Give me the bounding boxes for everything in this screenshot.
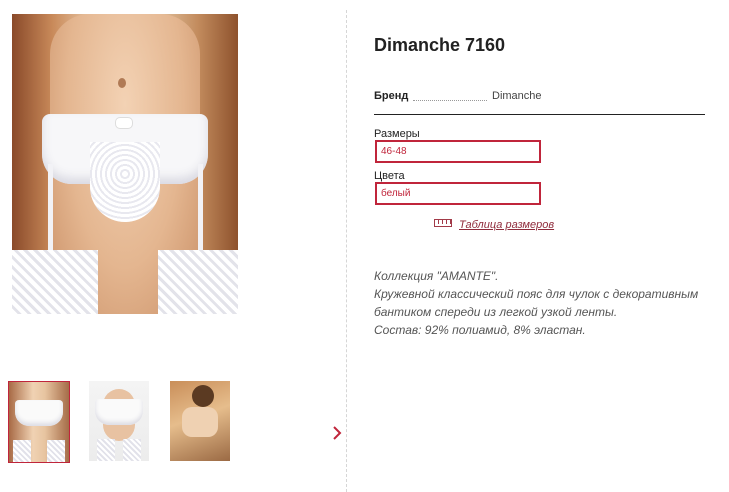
description-line: Коллекция "AMANTE". xyxy=(374,269,499,283)
brand-row: Бренд Dimanche xyxy=(374,90,705,104)
ruler-icon xyxy=(434,219,452,227)
thumbnail-3[interactable] xyxy=(170,381,230,461)
size-select[interactable]: 46-48 xyxy=(375,140,541,163)
colors-label: Цвета xyxy=(374,170,405,182)
brand-value: Dimanche xyxy=(492,90,542,102)
thumbnail-garter-belt xyxy=(95,399,143,425)
sizes-label: Размеры xyxy=(374,128,420,140)
bow-detail xyxy=(116,118,132,128)
navel-detail xyxy=(118,78,126,88)
stocking-left xyxy=(12,250,98,314)
description-line: Кружевной классический пояс для чулок с … xyxy=(374,287,699,301)
thumbnail-2[interactable] xyxy=(89,381,149,461)
thumbnail-1[interactable] xyxy=(8,381,70,463)
thumbnail-stocking xyxy=(97,439,115,461)
chevron-right-icon[interactable] xyxy=(330,424,344,442)
thumbnail-garter-belt xyxy=(15,400,63,426)
section-divider xyxy=(374,114,705,115)
description-line: бантиком спереди из легкой узкой ленты. xyxy=(374,305,618,319)
size-table-link-text[interactable]: Таблица размеров xyxy=(459,219,554,231)
column-divider xyxy=(346,10,347,492)
thumbnail-figure-body xyxy=(182,407,218,437)
product-description: Коллекция "AMANTE". Кружевной классическ… xyxy=(374,267,719,339)
stocking-right xyxy=(158,250,238,314)
garter-strap-right xyxy=(198,164,203,254)
lace-panty xyxy=(90,142,160,222)
thumbnail-stocking xyxy=(13,440,31,462)
color-select[interactable]: белый xyxy=(375,182,541,205)
description-line: Состав: 92% полиамид, 8% эластан. xyxy=(374,323,586,337)
thumbnail-stocking xyxy=(47,440,65,462)
dotted-leader xyxy=(413,100,487,101)
product-title: Dimanche 7160 xyxy=(374,35,506,55)
thumbnail-stocking xyxy=(123,439,141,461)
brand-label: Бренд xyxy=(374,90,409,102)
garter-strap-left xyxy=(48,164,53,254)
thumbnail-figure-head xyxy=(192,385,214,407)
main-product-photo xyxy=(12,14,238,314)
